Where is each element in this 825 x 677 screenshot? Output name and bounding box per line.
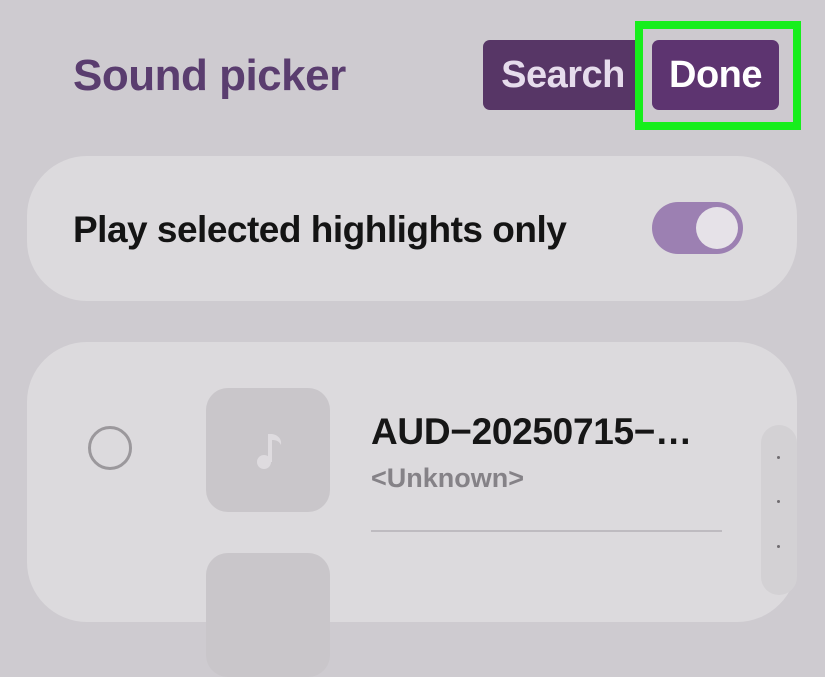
track-divider: [371, 530, 722, 532]
highlights-toggle-switch[interactable]: [652, 202, 743, 254]
track-thumbnail-next: [206, 553, 330, 677]
toggle-knob: [696, 207, 738, 249]
scroll-index-dot: [777, 456, 780, 459]
track-title[interactable]: AUD−20250715−…: [371, 407, 692, 457]
track-thumbnail: [206, 388, 330, 512]
track-artist: <Unknown>: [371, 463, 525, 493]
page-title: Sound picker: [73, 51, 346, 100]
done-button[interactable]: Done: [652, 40, 779, 110]
scroll-index-dot: [777, 500, 780, 503]
track-radio-button[interactable]: [88, 426, 132, 470]
search-button[interactable]: Search: [483, 40, 643, 110]
highlights-toggle-label: Play selected highlights only: [73, 209, 567, 250]
scroll-index-dot: [777, 545, 780, 548]
scroll-index-bar[interactable]: [761, 425, 797, 595]
music-note-icon: [257, 434, 282, 469]
